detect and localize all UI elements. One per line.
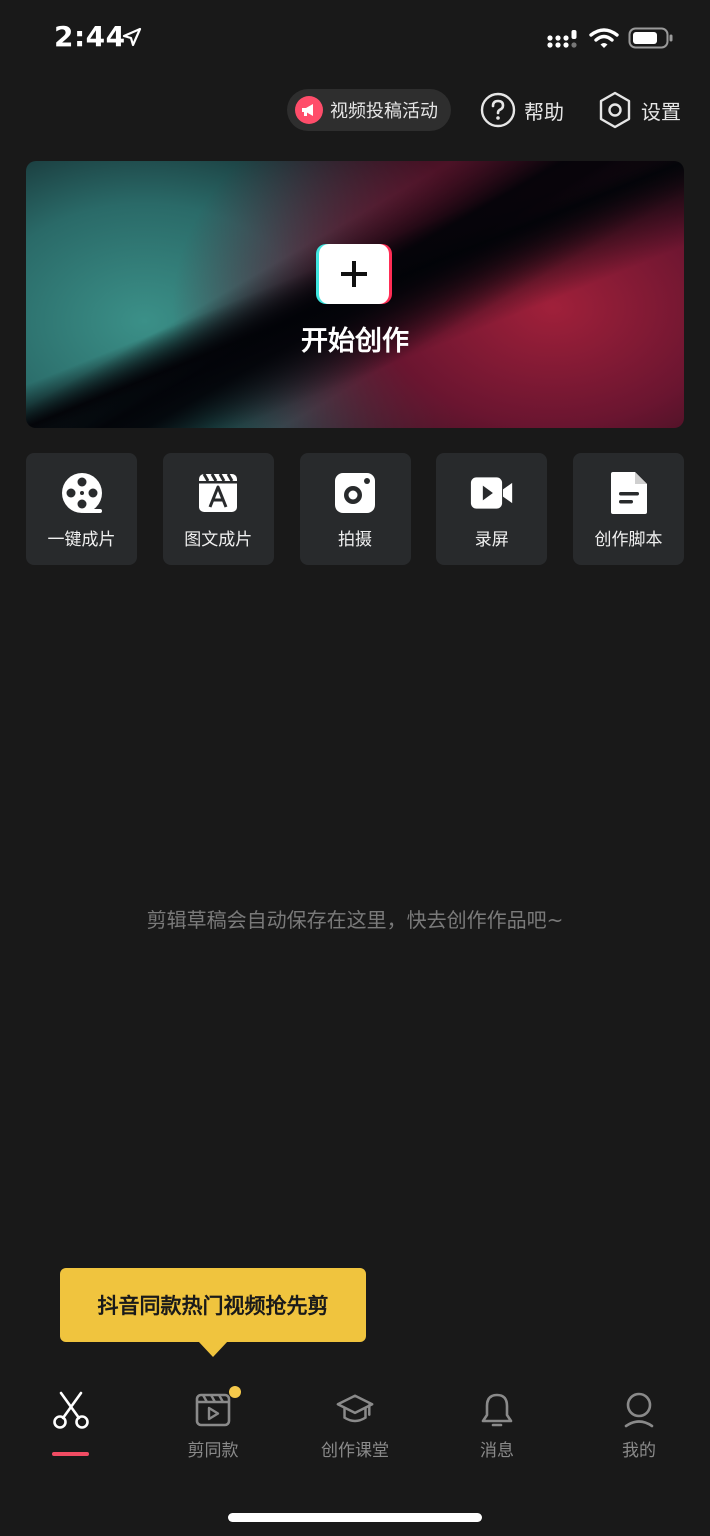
wifi-icon — [589, 28, 619, 48]
nav-label: 我的 — [622, 1441, 656, 1461]
nav-templates[interactable]: 剪同款 — [142, 1390, 284, 1461]
nav-label: 剪同款 — [187, 1441, 239, 1461]
film-reel-icon — [60, 471, 104, 515]
camera-icon — [333, 471, 377, 515]
nav-profile[interactable]: 我的 — [568, 1390, 710, 1461]
cellular-signal-icon — [547, 30, 577, 48]
tool-creation-script[interactable]: 创作脚本 — [573, 453, 684, 565]
quick-tools: 一键成片 图文成片 拍摄 录屏 创作脚本 — [26, 453, 684, 565]
tool-label: 一键成片 — [47, 530, 116, 550]
script-document-icon — [607, 471, 651, 515]
profile-icon — [619, 1390, 659, 1430]
help-button[interactable]: 帮助 — [480, 90, 564, 130]
bottom-nav: 剪同款 创作课堂 消息 我的 — [0, 1390, 710, 1480]
clapper-text-icon — [196, 471, 240, 515]
tooltip-arrow — [198, 1341, 228, 1357]
screen-record-icon — [470, 471, 514, 515]
gear-icon — [599, 91, 631, 129]
nav-creator-class[interactable]: 创作课堂 — [284, 1390, 426, 1461]
settings-button[interactable]: 设置 — [597, 90, 681, 130]
location-arrow-icon — [122, 27, 142, 47]
tool-label: 创作脚本 — [594, 530, 663, 550]
empty-drafts-message: 剪辑草稿会自动保存在这里，快去创作作品吧~ — [146, 908, 564, 932]
template-tooltip[interactable]: 抖音同款热门视频抢先剪 — [60, 1268, 366, 1342]
hero-title: 开始创作 — [301, 326, 409, 357]
scissors-icon — [51, 1390, 91, 1430]
graduation-cap-icon — [335, 1390, 375, 1430]
tool-label: 录屏 — [474, 530, 509, 550]
template-clapper-icon — [193, 1390, 233, 1430]
plus-icon — [319, 244, 389, 304]
tool-screen-record[interactable]: 录屏 — [436, 453, 548, 565]
battery-icon — [628, 27, 673, 49]
help-label: 帮助 — [524, 99, 564, 124]
nav-edit[interactable] — [0, 1390, 142, 1430]
tool-one-click-video[interactable]: 一键成片 — [26, 453, 137, 565]
status-time: 2:44 — [54, 20, 126, 53]
help-icon — [480, 92, 516, 128]
video-submission-activity-button[interactable]: 视频投稿活动 — [287, 89, 451, 131]
settings-label: 设置 — [641, 99, 681, 124]
nav-label: 消息 — [480, 1441, 514, 1461]
home-indicator[interactable] — [228, 1513, 482, 1522]
promo-label: 视频投稿活动 — [330, 101, 438, 122]
start-creation-banner[interactable]: 开始创作 — [26, 161, 684, 428]
tool-image-text-video[interactable]: 图文成片 — [162, 453, 274, 565]
tooltip-text: 抖音同款热门视频抢先剪 — [97, 1294, 329, 1318]
notification-dot — [229, 1386, 241, 1398]
tool-label: 拍摄 — [338, 530, 372, 550]
active-tab-indicator — [52, 1452, 89, 1456]
nav-label: 创作课堂 — [321, 1441, 389, 1461]
bell-icon — [477, 1390, 517, 1430]
megaphone-icon — [295, 96, 323, 124]
tool-shoot[interactable]: 拍摄 — [299, 453, 411, 565]
nav-messages[interactable]: 消息 — [426, 1390, 568, 1461]
tool-label: 图文成片 — [184, 530, 253, 550]
